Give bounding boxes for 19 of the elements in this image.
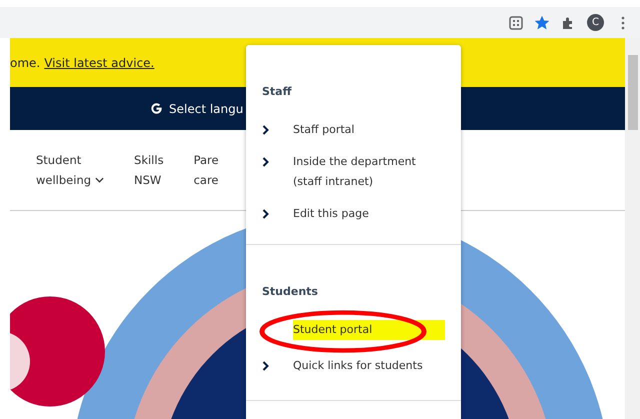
menu-item[interactable]: Quick links for students xyxy=(246,356,461,392)
scrollbar[interactable] xyxy=(625,38,640,419)
language-select[interactable]: Select langu xyxy=(169,102,244,116)
qr-code-icon[interactable] xyxy=(509,16,523,30)
menu-item[interactable]: Staff portal xyxy=(246,120,461,152)
profile-avatar[interactable]: C xyxy=(587,14,604,31)
advice-link[interactable]: Visit latest advice. xyxy=(44,56,154,70)
puzzle-icon[interactable] xyxy=(561,16,575,30)
section-heading: Students xyxy=(261,285,319,298)
menu-item[interactable]: Inside the department (staff intranet) xyxy=(246,152,461,204)
nav-link[interactable]: Student wellbeing xyxy=(36,150,104,190)
nav-link[interactable]: Pare care xyxy=(194,150,219,190)
nav-link[interactable]: Skills NSW xyxy=(134,150,164,190)
section-heading: Staff xyxy=(261,85,293,98)
banner-text: ome. xyxy=(10,56,40,70)
menu-item[interactable]: Edit this page xyxy=(246,204,461,236)
menu-item[interactable]: Student portal xyxy=(246,320,461,356)
google-icon xyxy=(150,102,163,115)
star-icon[interactable] xyxy=(535,16,549,30)
